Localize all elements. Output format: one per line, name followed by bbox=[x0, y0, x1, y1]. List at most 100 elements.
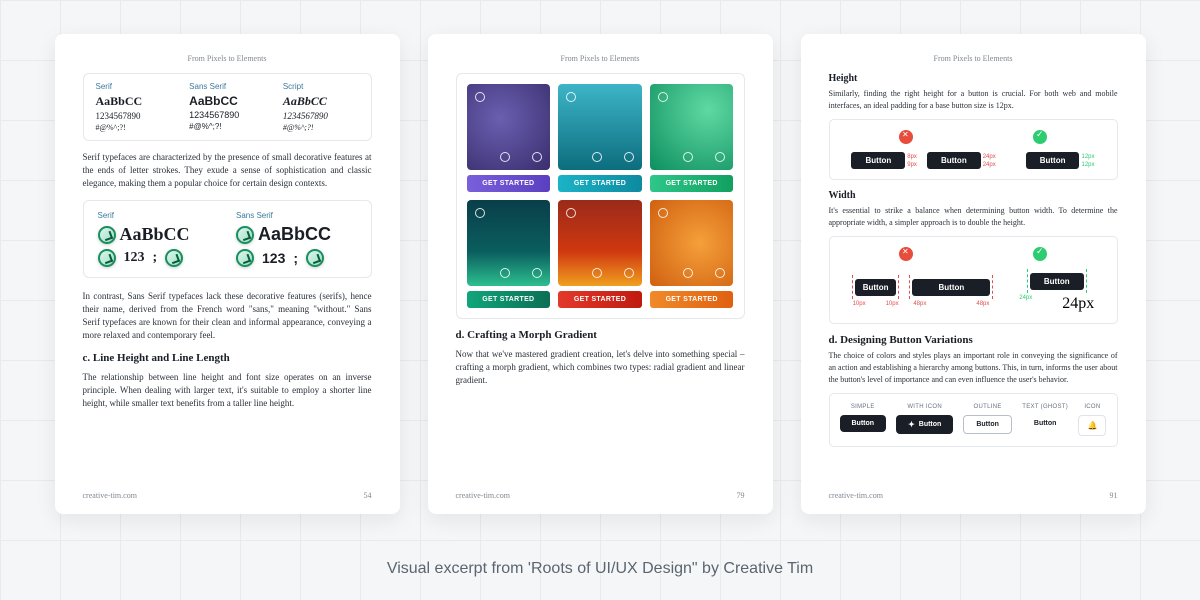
cta-button[interactable]: GET STARTED bbox=[558, 175, 642, 192]
magnifier-icon bbox=[165, 249, 183, 267]
page-footer: creative-tim.com 91 bbox=[829, 491, 1118, 500]
guide-line bbox=[909, 275, 910, 299]
dot-icon bbox=[658, 92, 668, 102]
dot-icon bbox=[592, 268, 602, 278]
dim-label: 9px bbox=[907, 162, 917, 168]
sans-detail-label: Sans Serif bbox=[236, 211, 357, 220]
serif-letters: AaBbCC bbox=[96, 94, 172, 109]
card-purple: GET STARTED bbox=[467, 84, 551, 192]
dot-icon bbox=[475, 208, 485, 218]
image-orange bbox=[650, 200, 734, 286]
card-teal: GET STARTED bbox=[467, 200, 551, 308]
dot-icon bbox=[624, 152, 634, 162]
dim-label: 24px bbox=[983, 162, 996, 168]
star-icon: ✦ bbox=[908, 420, 915, 429]
line-height-paragraph: The relationship between line height and… bbox=[83, 371, 372, 410]
cta-button[interactable]: GET STARTED bbox=[467, 291, 551, 308]
width-button-row: Button 10px10px Button 48px48px Button 2… bbox=[852, 269, 1095, 313]
card-cyan: GET STARTED bbox=[558, 84, 642, 192]
script-label: Script bbox=[283, 82, 359, 91]
variations-paragraph: The choice of colors and styles plays an… bbox=[829, 350, 1118, 385]
magnifier-icon bbox=[98, 226, 116, 244]
spec-button: Button bbox=[1030, 273, 1084, 290]
icon-button-label: Button bbox=[919, 421, 942, 428]
spec-button: Button bbox=[1026, 152, 1080, 169]
page-header: From Pixels to Elements bbox=[456, 54, 745, 63]
guide-line bbox=[898, 275, 899, 299]
icon-only-button[interactable]: 🔔 bbox=[1078, 415, 1106, 436]
magnifier-icon bbox=[306, 249, 324, 267]
outline-button[interactable]: Button bbox=[963, 415, 1012, 434]
good-icon bbox=[1033, 247, 1047, 261]
dot-icon bbox=[532, 152, 542, 162]
cta-button[interactable]: GET STARTED bbox=[558, 291, 642, 308]
width-heading: Width bbox=[829, 190, 1118, 201]
image-green bbox=[650, 84, 734, 170]
variant-with-icon: WITH ICON ✦ Button bbox=[896, 404, 953, 434]
magnifier-icon bbox=[236, 249, 254, 267]
spec-button: Button bbox=[927, 152, 981, 169]
dim-label: 48px bbox=[976, 301, 989, 307]
image-purple bbox=[467, 84, 551, 170]
guide-line bbox=[852, 275, 853, 299]
variant-label: OUTLINE bbox=[974, 404, 1002, 410]
cta-button[interactable]: GET STARTED bbox=[467, 175, 551, 192]
sans-symbols: #@%^;?! bbox=[189, 122, 265, 131]
script-numbers: 1234567890 bbox=[283, 111, 359, 121]
variant-icon-only: ICON 🔔 bbox=[1078, 404, 1106, 436]
serif-sample: Serif AaBbCC 1234567890 #@%^;?! bbox=[96, 82, 172, 132]
morph-gradient-heading: d. Crafting a Morph Gradient bbox=[456, 329, 745, 341]
dim-label: 24px bbox=[983, 154, 996, 160]
page-footer: creative-tim.com 79 bbox=[456, 491, 745, 500]
dim-label: 24px bbox=[1062, 295, 1094, 313]
cta-button[interactable]: GET STARTED bbox=[650, 175, 734, 192]
dot-icon bbox=[683, 268, 693, 278]
serif-nums: 123 bbox=[124, 250, 145, 266]
magnifier-icon bbox=[236, 226, 254, 244]
variant-label: SIMPLE bbox=[851, 404, 875, 410]
serif-detail: Serif AaBbCC 123; bbox=[98, 211, 219, 267]
serif-numbers: 1234567890 bbox=[96, 111, 172, 121]
guide-line bbox=[992, 275, 993, 299]
gradient-grid-wrap: GET STARTED GET STARTED GET STARTED bbox=[456, 73, 745, 319]
footer-site: creative-tim.com bbox=[829, 491, 883, 500]
dot-icon bbox=[715, 268, 725, 278]
icon-button[interactable]: ✦ Button bbox=[896, 415, 953, 434]
sans-sample: Sans Serif AaBbCC 1234567890 #@%^;?! bbox=[189, 82, 265, 132]
page-footer: creative-tim.com 54 bbox=[83, 491, 372, 500]
spec-button: Button bbox=[912, 279, 990, 296]
sans-paragraph: In contrast, Sans Serif typefaces lack t… bbox=[83, 290, 372, 342]
gradient-grid: GET STARTED GET STARTED GET STARTED bbox=[467, 84, 734, 308]
serif-label: Serif bbox=[96, 82, 172, 91]
dot-icon bbox=[566, 208, 576, 218]
cta-button[interactable]: GET STARTED bbox=[650, 291, 734, 308]
ghost-button[interactable]: Button bbox=[1022, 415, 1069, 432]
page-number: 54 bbox=[364, 491, 372, 500]
image-teal bbox=[467, 200, 551, 286]
line-height-heading: c. Line Height and Line Length bbox=[83, 352, 372, 364]
height-paragraph: Similarly, finding the right height for … bbox=[829, 88, 1118, 111]
page-spread: From Pixels to Elements Serif AaBbCC 123… bbox=[0, 0, 1200, 514]
variant-label: WITH ICON bbox=[907, 404, 942, 410]
simple-button[interactable]: Button bbox=[840, 415, 887, 432]
page-header: From Pixels to Elements bbox=[829, 54, 1118, 63]
card-orange: GET STARTED bbox=[650, 200, 734, 308]
serif-detail-label: Serif bbox=[98, 211, 219, 220]
dot-icon bbox=[532, 268, 542, 278]
width-paragraph: It's essential to strike a balance when … bbox=[829, 205, 1118, 228]
variant-simple: SIMPLE Button bbox=[840, 404, 887, 432]
guide-line bbox=[1027, 269, 1028, 293]
sans-label: Sans Serif bbox=[189, 82, 265, 91]
image-cyan bbox=[558, 84, 642, 170]
sans-nums: 123 bbox=[262, 250, 285, 266]
height-heading: Height bbox=[829, 73, 1118, 84]
dim-label: 12px bbox=[1081, 162, 1094, 168]
dot-icon bbox=[624, 268, 634, 278]
dim-label: 10px bbox=[886, 301, 899, 307]
script-symbols: #@%^;?! bbox=[283, 123, 359, 132]
dot-icon bbox=[500, 268, 510, 278]
dim-label: 48px bbox=[913, 301, 926, 307]
dot-icon bbox=[715, 152, 725, 162]
script-sample: Script AaBbCC 1234567890 #@%^;?! bbox=[283, 82, 359, 132]
good-icon bbox=[1033, 130, 1047, 144]
